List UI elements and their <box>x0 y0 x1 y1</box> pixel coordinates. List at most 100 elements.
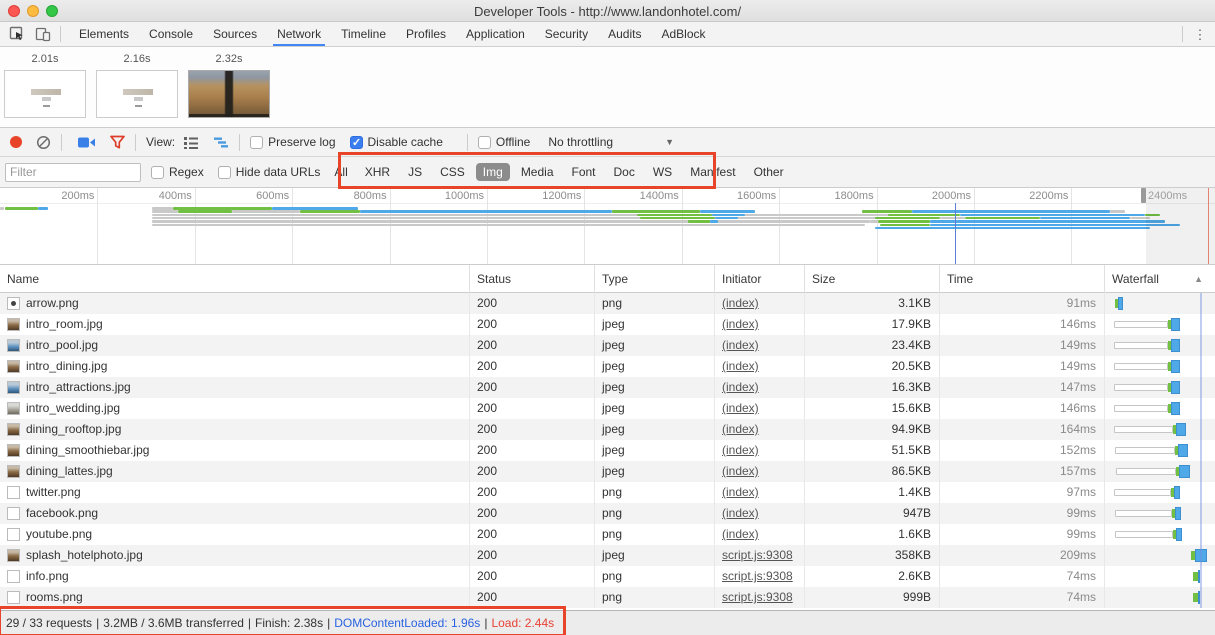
offline-checkbox[interactable] <box>478 136 491 149</box>
initiator-link[interactable]: (index) <box>722 506 759 520</box>
initiator-link[interactable]: (index) <box>722 338 759 352</box>
overview-waterfall-bar <box>178 210 232 213</box>
initiator-link[interactable]: (index) <box>722 296 759 310</box>
tab-security[interactable]: Security <box>535 22 598 46</box>
initiator-link[interactable]: (index) <box>722 422 759 436</box>
hide-data-urls-checkbox[interactable] <box>218 166 231 179</box>
filter-type-ws[interactable]: WS <box>646 163 679 181</box>
filter-type-xhr[interactable]: XHR <box>358 163 397 181</box>
tab-elements[interactable]: Elements <box>69 22 139 46</box>
request-row[interactable]: dining_rooftop.jpg200jpeg(index)94.9KB16… <box>0 419 1215 440</box>
waterfall-download-bar <box>1118 297 1123 310</box>
overview-waterfall-bar <box>875 217 940 220</box>
network-filter-bar: Regex Hide data URLs All XHRJSCSSImgMedi… <box>0 157 1215 188</box>
inspect-element-icon[interactable] <box>8 26 26 43</box>
request-row[interactable]: facebook.png200png(index)947B99ms <box>0 503 1215 524</box>
request-row[interactable]: intro_dining.jpg200jpeg(index)20.5KB149m… <box>0 356 1215 377</box>
filter-input[interactable] <box>5 163 141 182</box>
request-row[interactable]: intro_pool.jpg200jpeg(index)23.4KB149ms <box>0 335 1215 356</box>
frame-thumbnail[interactable] <box>188 70 270 118</box>
disable-cache-checkbox[interactable] <box>350 136 363 149</box>
tab-profiles[interactable]: Profiles <box>396 22 456 46</box>
filter-type-css[interactable]: CSS <box>433 163 472 181</box>
request-row[interactable]: dining_smoothiebar.jpg200jpeg(index)51.5… <box>0 440 1215 461</box>
clear-network-log-icon[interactable] <box>36 135 51 150</box>
tab-timeline[interactable]: Timeline <box>331 22 396 46</box>
initiator-link[interactable]: (index) <box>722 380 759 394</box>
network-overview-timeline[interactable]: 200ms400ms600ms800ms1000ms1200ms1400ms16… <box>0 188 1215 265</box>
divider <box>60 26 61 42</box>
waterfall-cell <box>1105 587 1215 608</box>
tab-network[interactable]: Network <box>267 22 331 46</box>
type-cell: png <box>595 482 715 503</box>
request-row[interactable]: youtube.png200png(index)1.6KB99ms <box>0 524 1215 545</box>
kebab-menu-icon[interactable]: ⋮ <box>1193 32 1207 37</box>
throttling-select[interactable]: No throttling <box>548 135 613 149</box>
filter-funnel-icon[interactable] <box>110 135 125 149</box>
initiator-link[interactable]: (index) <box>722 359 759 373</box>
tab-application[interactable]: Application <box>456 22 535 46</box>
initiator-link[interactable]: script.js:9308 <box>722 590 793 604</box>
filter-type-media[interactable]: Media <box>514 163 561 181</box>
filter-type-all[interactable]: All <box>334 165 347 179</box>
status-cell: 200 <box>470 356 595 377</box>
initiator-link[interactable]: (index) <box>722 443 759 457</box>
filter-type-font[interactable]: Font <box>565 163 603 181</box>
overview-waterfall-bar <box>862 210 912 213</box>
request-row[interactable]: intro_room.jpg200jpeg(index)17.9KB146ms <box>0 314 1215 335</box>
regex-checkbox[interactable] <box>151 166 164 179</box>
overview-waterfall-bar <box>152 207 173 210</box>
overview-waterfall-bar <box>710 220 718 223</box>
column-header-status[interactable]: Status <box>470 265 595 293</box>
request-row[interactable]: splash_hotelphoto.jpg200jpegscript.js:93… <box>0 545 1215 566</box>
overview-waterfall-bar <box>152 224 865 227</box>
filter-type-other[interactable]: Other <box>747 163 791 181</box>
request-row[interactable]: rooms.png200pngscript.js:9308999B74ms <box>0 587 1215 608</box>
overview-waterfall-bar <box>700 210 755 213</box>
tab-adblock[interactable]: AdBlock <box>651 22 715 46</box>
frame-thumbnail[interactable] <box>96 70 178 118</box>
capture-screenshots-icon[interactable] <box>78 136 96 149</box>
initiator-link[interactable]: (index) <box>722 527 759 541</box>
time-cell: 146ms <box>940 314 1105 335</box>
overview-drag-handle[interactable] <box>1141 188 1146 203</box>
request-row[interactable]: intro_attractions.jpg200jpeg(index)16.3K… <box>0 377 1215 398</box>
request-row[interactable]: arrow.png200png(index)3.1KB91ms <box>0 293 1215 314</box>
chevron-down-icon[interactable]: ▼ <box>665 137 674 147</box>
initiator-link[interactable]: (index) <box>722 464 759 478</box>
column-header-type[interactable]: Type <box>595 265 715 293</box>
preserve-log-checkbox[interactable] <box>250 136 263 149</box>
view-waterfall-icon[interactable] <box>213 136 229 149</box>
tab-console[interactable]: Console <box>139 22 203 46</box>
view-list-icon[interactable] <box>183 136 199 149</box>
waterfall-cell <box>1105 335 1215 356</box>
sort-ascending-icon[interactable]: ▲ <box>1194 265 1203 293</box>
filter-type-doc[interactable]: Doc <box>607 163 642 181</box>
record-network-log-button[interactable] <box>10 136 22 148</box>
column-header-label: Time <box>947 272 973 286</box>
request-row[interactable]: twitter.png200png(index)1.4KB97ms <box>0 482 1215 503</box>
device-toolbar-icon[interactable] <box>34 26 52 43</box>
tab-sources[interactable]: Sources <box>203 22 267 46</box>
filter-type-js[interactable]: JS <box>401 163 429 181</box>
initiator-link[interactable]: script.js:9308 <box>722 548 793 562</box>
initiator-link[interactable]: (index) <box>722 317 759 331</box>
column-header-initiator[interactable]: Initiator <box>715 265 805 293</box>
initiator-link[interactable]: (index) <box>722 401 759 415</box>
initiator-link[interactable]: (index) <box>722 485 759 499</box>
devtools-menu[interactable]: ⋮ <box>1182 26 1207 42</box>
tab-audits[interactable]: Audits <box>598 22 651 46</box>
frame-thumbnail[interactable] <box>4 70 86 118</box>
filter-type-img[interactable]: Img <box>476 163 510 181</box>
column-header-label: Status <box>477 272 511 286</box>
column-header-size[interactable]: Size <box>805 265 940 293</box>
request-row[interactable]: info.png200pngscript.js:93082.6KB74ms <box>0 566 1215 587</box>
column-header-time[interactable]: Time <box>940 265 1105 293</box>
initiator-link[interactable]: script.js:9308 <box>722 569 793 583</box>
request-row[interactable]: dining_lattes.jpg200jpeg(index)86.5KB157… <box>0 461 1215 482</box>
column-header-waterfall[interactable]: Waterfall▲ <box>1105 265 1215 293</box>
filter-type-manifest[interactable]: Manifest <box>683 163 742 181</box>
request-row[interactable]: intro_wedding.jpg200jpeg(index)15.6KB146… <box>0 398 1215 419</box>
column-header-name[interactable]: Name <box>0 265 470 293</box>
type-cell: jpeg <box>595 461 715 482</box>
